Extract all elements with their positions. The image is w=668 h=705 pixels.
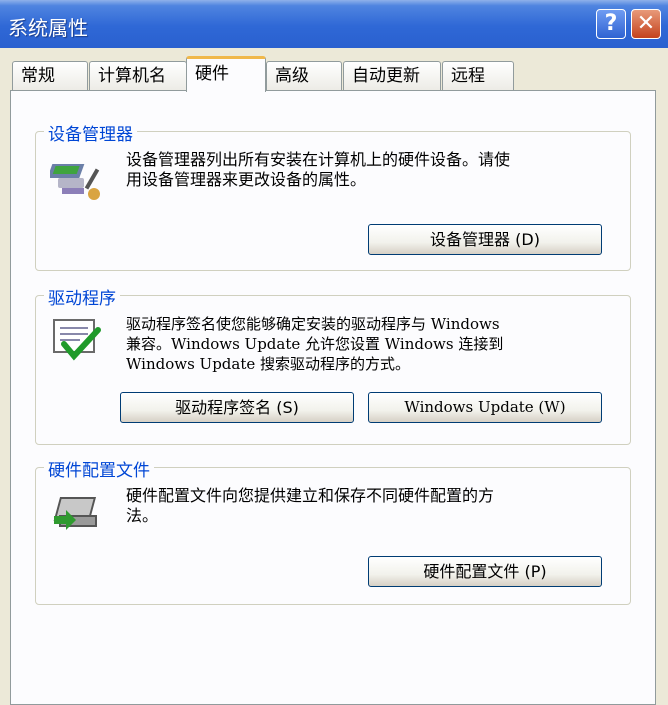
window-title: 系统属性 xyxy=(8,16,88,40)
description-line: 驱动程序签名使您能够确定安装的驱动程序与 Windows xyxy=(126,315,500,333)
windows-update-button[interactable]: Windows Update (W) xyxy=(368,392,602,423)
hardware-profiles-group: 硬件配置文件 硬件配置文件向您提供建立和保存不同硬件配置的方 法。 硬件配置文件… xyxy=(35,456,631,605)
drivers-group: 驱动程序 驱动程序签名使您能够确定安装的驱动程序与 Windows 兼容。Win… xyxy=(35,284,631,445)
hardware-profiles-button[interactable]: 硬件配置文件 (P) xyxy=(368,556,602,587)
description-line: 用设备管理器来更改设备的属性。 xyxy=(126,170,367,189)
device-manager-group: 设备管理器 设备管理器列出所有安装在计算机上的硬件设备。请使 用设备管理器来更改… xyxy=(35,120,631,271)
tab-label: 硬件 xyxy=(195,64,229,84)
close-button[interactable]: ✕ xyxy=(631,9,661,39)
tab-advanced[interactable]: 高级 xyxy=(266,61,342,91)
tab-general[interactable]: 常规 xyxy=(12,61,88,91)
tab-label: 自动更新 xyxy=(352,66,420,86)
tab-hardware[interactable]: 硬件 xyxy=(186,56,266,92)
device-manager-description: 设备管理器列出所有安装在计算机上的硬件设备。请使 用设备管理器来更改设备的属性。 xyxy=(126,150,510,190)
drivers-description: 驱动程序签名使您能够确定安装的驱动程序与 Windows 兼容。Windows … xyxy=(126,314,503,374)
device-manager-group-title: 设备管理器 xyxy=(44,120,137,145)
description-line: 兼容。Windows Update 允许您设置 Windows 连接到 xyxy=(126,335,504,353)
driver-signing-icon xyxy=(53,319,101,361)
hardware-tab-panel: 设备管理器 设备管理器列出所有安装在计算机上的硬件设备。请使 用设备管理器来更改… xyxy=(10,90,656,705)
tab-label: 远程 xyxy=(451,66,485,86)
description-line: 硬件配置文件向您提供建立和保存不同硬件配置的方 xyxy=(126,486,495,505)
tab-label: 高级 xyxy=(275,66,309,86)
device-manager-icon xyxy=(50,164,100,200)
hardware-profile-icon xyxy=(53,497,97,530)
tab-remote[interactable]: 远程 xyxy=(442,61,514,91)
device-manager-button[interactable]: 设备管理器 (D) xyxy=(368,224,602,255)
help-button[interactable]: ? xyxy=(596,9,626,39)
tab-label: 计算机名 xyxy=(98,66,166,86)
hardware-profiles-description: 硬件配置文件向您提供建立和保存不同硬件配置的方 法。 xyxy=(126,486,494,526)
tab-automatic-updates[interactable]: 自动更新 xyxy=(343,61,441,91)
close-icon: ✕ xyxy=(636,11,656,36)
hardware-profiles-group-title: 硬件配置文件 xyxy=(44,456,154,481)
tab-computer-name[interactable]: 计算机名 xyxy=(89,61,187,91)
tab-label: 常规 xyxy=(21,66,55,86)
question-icon: ? xyxy=(604,11,618,36)
drivers-group-title: 驱动程序 xyxy=(44,284,120,309)
description-line: Windows Update 搜索驱动程序的方式。 xyxy=(126,355,411,373)
description-line: 设备管理器列出所有安装在计算机上的硬件设备。请使 xyxy=(126,150,511,169)
description-line: 法。 xyxy=(126,506,159,525)
title-bar[interactable]: 系统属性 ? ✕ xyxy=(0,0,668,48)
driver-signing-button[interactable]: 驱动程序签名 (S) xyxy=(120,392,354,423)
